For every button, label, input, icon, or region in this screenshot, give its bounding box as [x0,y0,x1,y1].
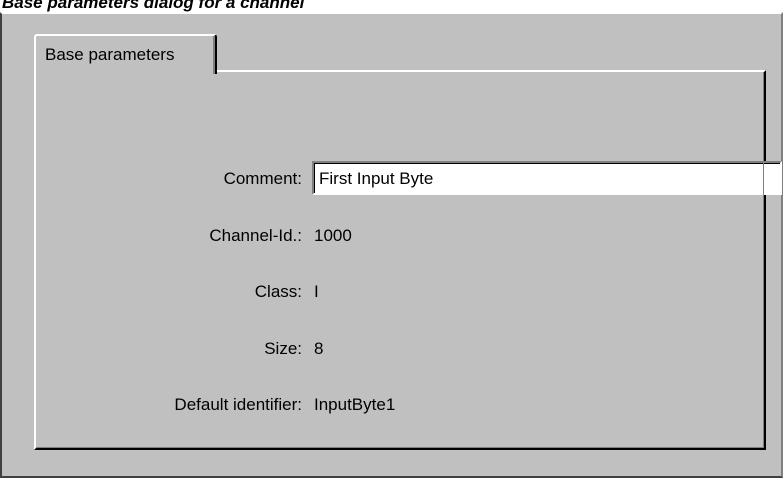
default-identifier-row: Default identifier: InputByte1 [36,386,764,422]
tab-base-parameters-label: Base parameters [45,45,175,64]
channel-id-value: 1000 [314,226,352,245]
comment-row: Comment: First Input Byte [36,160,782,196]
class-row: Class: I [36,273,764,309]
comment-label: Comment: [223,169,302,188]
size-label: Size: [264,339,302,358]
channel-id-label: Channel-Id.: [209,226,302,245]
channel-id-row: Channel-Id.: 1000 [36,217,764,253]
default-identifier-label: Default identifier: [174,395,302,414]
class-label: Class: [254,282,302,301]
tab-base-parameters[interactable]: Base parameters [34,34,217,74]
size-row: Size: 8 [36,330,764,366]
comment-input[interactable]: First Input Byte [312,161,782,195]
class-value: I [314,282,319,301]
default-identifier-value: InputByte1 [314,395,396,414]
base-parameters-panel: Comment: First Input Byte Channel-Id.: 1… [34,70,782,450]
size-value: 8 [314,339,324,358]
